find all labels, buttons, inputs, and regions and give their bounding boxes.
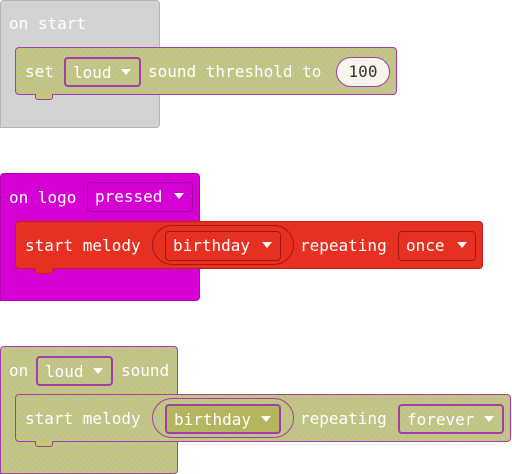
loudness-dropdown[interactable]: loud (64, 57, 141, 87)
melody-dropdown[interactable]: birthday (165, 231, 281, 261)
caret-down-icon (93, 368, 103, 374)
sound-threshold-label: sound threshold to (148, 62, 322, 81)
block-notch (35, 268, 53, 274)
on-start-label: on start (9, 14, 87, 33)
melody-dropdown[interactable]: birthday (165, 404, 281, 434)
on-label: on (9, 361, 29, 380)
block-notch (35, 94, 53, 100)
caret-down-icon (484, 416, 494, 422)
sound-label: sound (121, 361, 170, 380)
caret-down-icon (121, 69, 131, 75)
repeat-dropdown-value: forever (407, 410, 475, 429)
melody-dropdown-value: birthday (174, 410, 252, 429)
threshold-number-input[interactable]: 100 (336, 57, 390, 87)
set-label: set (25, 62, 54, 81)
melody-reporter[interactable]: birthday (152, 398, 294, 438)
logo-event-value: pressed (95, 187, 163, 206)
caret-down-icon (457, 242, 467, 248)
loudness-dropdown-value: loud (73, 63, 112, 82)
sound-event-value: loud (45, 362, 84, 381)
repeat-dropdown-value: once (406, 236, 445, 255)
set-sound-threshold-block[interactable]: set loud sound threshold to 100 (15, 47, 397, 95)
start-melody-forever-block[interactable]: start melody birthday repeating forever (15, 394, 511, 442)
repeating-label: repeating (300, 409, 387, 428)
caret-down-icon (174, 193, 184, 199)
block-notch (35, 441, 53, 447)
start-melody-label: start melody (25, 236, 141, 255)
start-melody-once-block[interactable]: start melody birthday repeating once (15, 221, 483, 269)
melody-dropdown-value: birthday (173, 236, 251, 255)
logo-event-dropdown[interactable]: pressed (87, 182, 193, 212)
repeat-dropdown[interactable]: forever (398, 404, 504, 434)
caret-down-icon (262, 242, 272, 248)
repeating-label: repeating (300, 236, 387, 255)
repeat-dropdown[interactable]: once (398, 231, 476, 261)
start-melody-label: start melody (25, 409, 141, 428)
melody-reporter[interactable]: birthday (152, 225, 294, 265)
caret-down-icon (261, 416, 271, 422)
sound-event-dropdown[interactable]: loud (36, 356, 113, 386)
on-logo-label: on logo (9, 188, 77, 207)
threshold-number-value: 100 (348, 62, 378, 81)
